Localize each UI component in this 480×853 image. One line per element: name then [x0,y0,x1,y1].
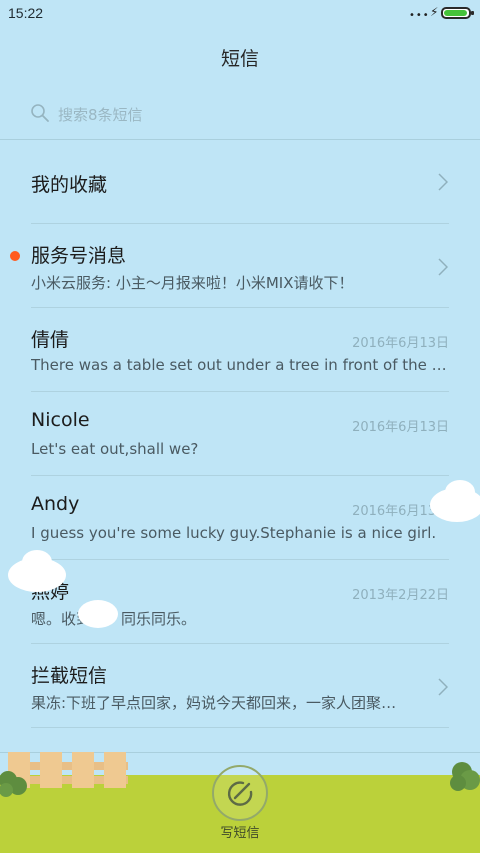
signal-dots-icon: ••• [409,10,430,21]
conversation-name: 拦截短信 [31,665,108,687]
conversation-item[interactable]: 我的收藏 [0,140,480,224]
conversation-preview: 果冻:下班了早点回家，妈说今天都回来，一家人团聚过年 [31,694,401,712]
conversation-date: 2016年6月13日 [352,336,449,351]
compose-button[interactable] [212,765,268,821]
bush-decoration [450,762,480,791]
conversation-name: Nicole [31,409,90,431]
charging-icon: ⚡ [430,5,439,19]
search-input[interactable]: 搜索8条短信 [30,102,450,126]
conversation-item[interactable]: 服务号消息小米云服务: 小主～月报来啦！小米MIX请收下！ [0,224,480,308]
conversation-item[interactable]: 浩浩 [0,728,480,752]
conversation-preview: There was a table set out under a tree i… [31,356,447,374]
conversation-item[interactable]: Andy 2016年6月13日 I guess you're some lucky … [0,476,480,560]
bush-decoration [0,771,27,797]
battery-fill [444,10,467,16]
compose-label: 写短信 [220,826,260,841]
conversation-item[interactable]: Nicole 2016年6月13日 Let's eat out,shall we? [0,392,480,476]
conversation-list[interactable]: 我的收藏服务号消息小米云服务: 小主～月报来啦！小米MIX请收下！ 倩倩 2016年… [0,140,480,752]
chevron-right-icon [438,258,448,276]
search-placeholder: 搜索8条短信 [58,106,143,124]
conversation-preview: 小米云服务: 小主～月报来啦！小米MIX请收下！ [31,274,354,292]
page-title: 短信 [220,48,259,70]
conversation-item[interactable]: 拦截短信果冻:下班了早点回家，妈说今天都回来，一家人团聚过年 [0,644,480,728]
conversation-date: 2016年6月13日 [352,420,449,435]
conversation-date: 2013年2月22日 [352,588,449,603]
chevron-right-icon [438,173,448,191]
compose-icon [227,781,253,806]
conversation-item[interactable]: 倩倩 2016年6月13日 There was a table set out un… [0,308,480,392]
conversation-name: 我的收藏 [31,174,108,196]
conversation-name: 倩倩 [31,329,70,351]
conversation-name: Andy [31,493,80,515]
conversation-item[interactable]: 燕婷2013年2月22日嗯。收到啦。同乐同乐。 [0,560,480,644]
search-icon [31,104,49,122]
unread-indicator [10,251,20,261]
status-bar: 15:22 ••• ⚡ [0,0,480,28]
battery-icon [441,7,474,19]
chevron-right-icon [438,678,448,696]
status-time: 15:22 [8,5,44,21]
conversation-preview: I guess you're some lucky guy.Stephanie … [31,524,437,542]
conversation-name: 服务号消息 [31,245,127,267]
conversation-preview: Let's eat out,shall we? [31,440,199,458]
